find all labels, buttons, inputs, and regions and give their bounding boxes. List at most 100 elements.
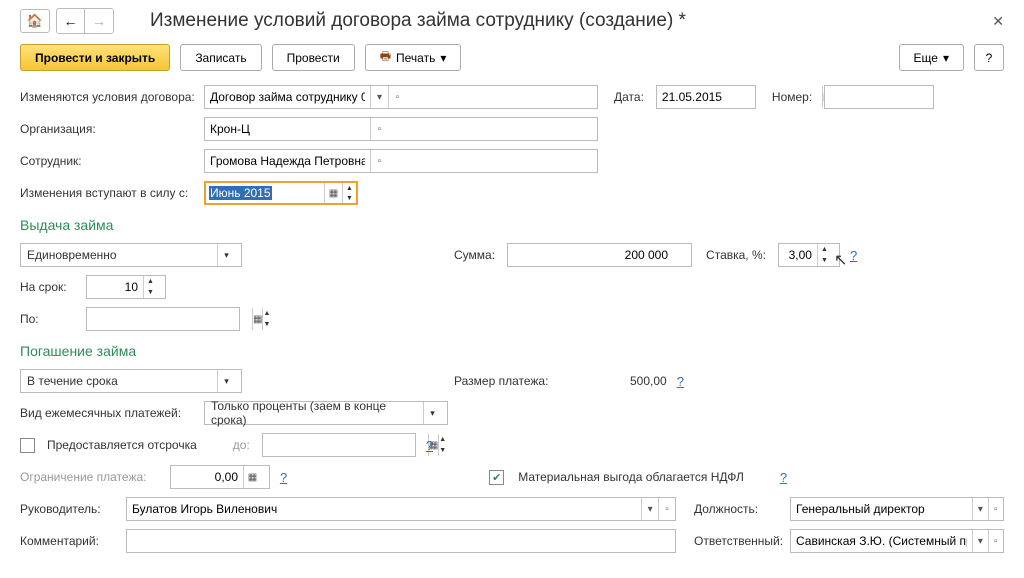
open-icon[interactable]: ▫: [388, 86, 406, 108]
spinner[interactable]: ▲ ▼: [262, 308, 270, 330]
position-input[interactable]: [791, 498, 972, 520]
home-button[interactable]: 🏠: [20, 9, 50, 33]
until-label: По:: [20, 312, 76, 326]
rate-label: Ставка, %:: [706, 248, 766, 262]
spinner-up-icon[interactable]: ▲: [144, 276, 157, 287]
spinner[interactable]: ▲ ▼: [342, 183, 356, 203]
rate-input-wrap[interactable]: ▲ ▼: [778, 243, 840, 267]
until-input-wrap[interactable]: ▦ ▲ ▼: [86, 307, 240, 331]
issue-mode-select[interactable]: Единовременно ▾: [20, 243, 242, 267]
limit-input-wrap[interactable]: ▦: [170, 465, 270, 489]
sum-label: Сумма:: [454, 248, 495, 262]
repay-section-title: Погашение займа: [20, 343, 1004, 359]
help-icon[interactable]: ?: [850, 248, 857, 263]
responsible-input[interactable]: [791, 530, 972, 552]
number-input[interactable]: [825, 86, 990, 108]
date-input-wrap[interactable]: ▦: [656, 85, 756, 109]
help-button[interactable]: ?: [974, 44, 1004, 71]
calendar-icon[interactable]: ▦: [324, 183, 342, 203]
employee-input[interactable]: [205, 150, 370, 172]
payment-type-select[interactable]: Только проценты (заем в конце срока) ▾: [204, 401, 448, 425]
nav-group: ← →: [56, 8, 114, 34]
deferral-until-input[interactable]: [263, 434, 428, 456]
submit-close-button[interactable]: Провести и закрыть: [20, 44, 170, 71]
open-icon[interactable]: ▫: [370, 118, 388, 140]
chevron-down-icon[interactable]: ▾: [217, 244, 235, 266]
spinner[interactable]: ▲ ▼: [143, 276, 157, 298]
nav-back-button[interactable]: ←: [57, 9, 85, 33]
comment-input[interactable]: [127, 530, 675, 552]
chevron-down-icon[interactable]: ▾: [972, 498, 987, 520]
effective-value[interactable]: Июнь 2015: [209, 186, 272, 200]
org-input[interactable]: [205, 118, 370, 140]
chevron-down-icon[interactable]: ▾: [972, 530, 987, 552]
payment-type-value: Только проценты (заем в конце срока): [211, 399, 417, 427]
spinner-up-icon[interactable]: ▲: [439, 434, 446, 445]
nav-forward-button[interactable]: →: [85, 9, 113, 33]
help-icon[interactable]: ?: [677, 374, 684, 389]
chevron-down-icon[interactable]: ▾: [641, 498, 658, 520]
open-icon[interactable]: ▫: [988, 530, 1003, 552]
submit-button[interactable]: Провести: [272, 44, 355, 71]
spinner-up-icon[interactable]: ▲: [818, 244, 831, 255]
more-label: Еще: [914, 51, 938, 65]
payment-type-label: Вид ежемесячных платежей:: [20, 406, 198, 420]
issue-mode-value: Единовременно: [27, 248, 211, 262]
limit-input[interactable]: [171, 466, 243, 488]
date-label: Дата:: [614, 90, 644, 104]
spinner-down-icon[interactable]: ▼: [439, 445, 446, 456]
chevron-down-icon[interactable]: ▾: [217, 370, 235, 392]
effective-label: Изменения вступают в силу с:: [20, 186, 198, 200]
manager-label: Руководитель:: [20, 502, 120, 516]
spinner-down-icon[interactable]: ▼: [263, 319, 270, 330]
term-input[interactable]: [87, 276, 143, 298]
ndfl-label: Материальная выгода облагается НДФЛ: [518, 470, 744, 484]
close-icon[interactable]: ✕: [992, 13, 1004, 30]
payment-label: Размер платежа:: [454, 374, 624, 388]
responsible-input-wrap[interactable]: ▾ ▫: [790, 529, 1004, 553]
deferral-checkbox[interactable]: [20, 438, 35, 453]
open-icon[interactable]: ▫: [988, 498, 1003, 520]
effective-input-wrap[interactable]: Июнь 2015 ▦ ▲ ▼: [204, 181, 358, 205]
spinner-up-icon[interactable]: ▲: [343, 183, 356, 193]
spinner-down-icon[interactable]: ▼: [343, 193, 356, 203]
spinner-up-icon[interactable]: ▲: [263, 308, 270, 319]
manager-input-wrap[interactable]: ▾ ▫: [126, 497, 676, 521]
comment-label: Комментарий:: [20, 534, 120, 548]
repay-mode-select[interactable]: В течение срока ▾: [20, 369, 242, 393]
print-button[interactable]: 🖶 Печать ▾: [365, 44, 462, 71]
position-label: Должность:: [694, 502, 784, 516]
deferral-until-input-wrap[interactable]: ▦ ▲ ▼: [262, 433, 416, 457]
sum-input[interactable]: [508, 244, 673, 266]
open-icon[interactable]: ▫: [658, 498, 675, 520]
help-icon[interactable]: ?: [780, 470, 787, 485]
rate-input[interactable]: [779, 244, 817, 266]
calc-icon[interactable]: ▦: [243, 466, 261, 488]
term-input-wrap[interactable]: ▲ ▼: [86, 275, 166, 299]
spinner-down-icon[interactable]: ▼: [818, 255, 831, 266]
more-button[interactable]: Еще ▾: [899, 44, 964, 71]
contract-input[interactable]: [205, 86, 370, 108]
help-icon[interactable]: ?: [280, 470, 287, 485]
write-button[interactable]: Записать: [180, 44, 261, 71]
sum-input-wrap[interactable]: [507, 243, 692, 267]
open-icon[interactable]: ▫: [370, 150, 388, 172]
until-input[interactable]: [87, 308, 252, 330]
spinner[interactable]: ▲ ▼: [438, 434, 446, 456]
spinner[interactable]: ▲ ▼: [817, 244, 831, 266]
page-title: Изменение условий договора займа сотрудн…: [150, 10, 986, 32]
help-icon[interactable]: ?: [426, 438, 433, 453]
comment-input-wrap[interactable]: [126, 529, 676, 553]
org-input-wrap[interactable]: ▫: [204, 117, 598, 141]
manager-input[interactable]: [127, 498, 641, 520]
calendar-icon[interactable]: ▦: [252, 308, 262, 330]
ndfl-checkbox[interactable]: ✔: [489, 470, 504, 485]
chevron-down-icon[interactable]: ▾: [423, 402, 441, 424]
repay-mode-value: В течение срока: [27, 374, 211, 388]
number-input-wrap[interactable]: [824, 85, 934, 109]
position-input-wrap[interactable]: ▾ ▫: [790, 497, 1004, 521]
employee-input-wrap[interactable]: ▫: [204, 149, 598, 173]
chevron-down-icon[interactable]: ▾: [370, 86, 388, 108]
spinner-down-icon[interactable]: ▼: [144, 287, 157, 298]
contract-input-wrap[interactable]: ▾ ▫: [204, 85, 598, 109]
